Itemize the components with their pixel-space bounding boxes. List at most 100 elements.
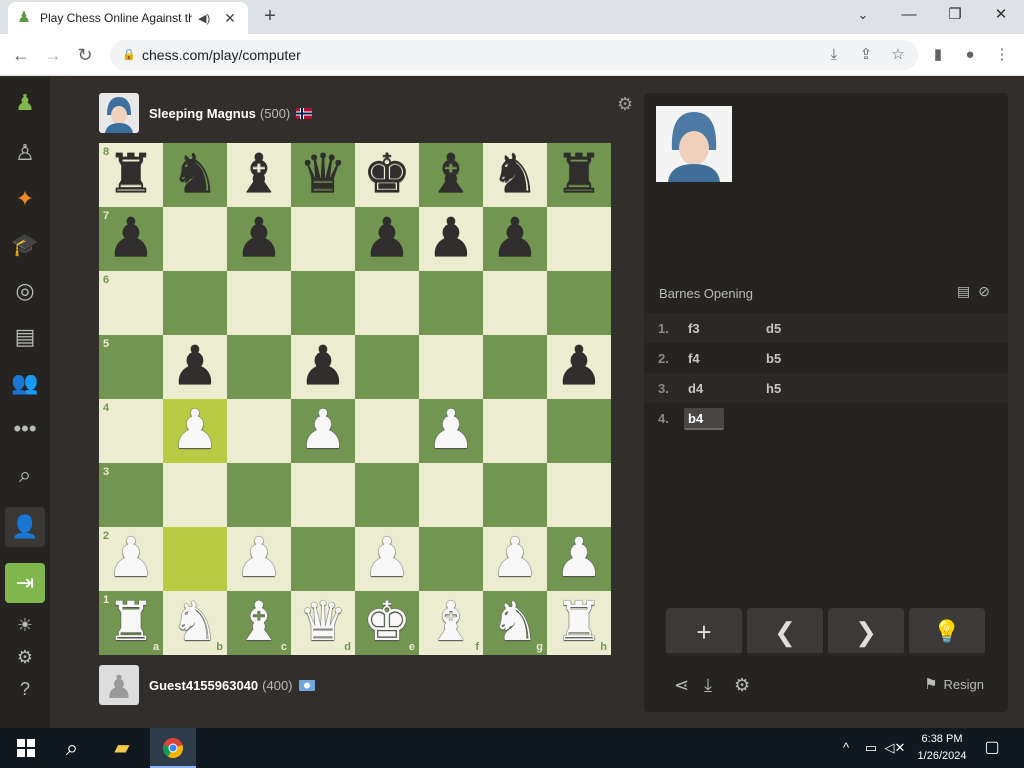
square-e2[interactable]: ♟ bbox=[355, 527, 419, 591]
white-pawn[interactable]: ♟ bbox=[163, 399, 227, 463]
square-f3[interactable] bbox=[419, 463, 483, 527]
tray-chevron-icon[interactable]: ^ bbox=[836, 728, 856, 768]
square-e6[interactable] bbox=[355, 271, 419, 335]
square-f2[interactable] bbox=[419, 527, 483, 591]
learn-icon[interactable]: 🎓 bbox=[5, 225, 45, 265]
square-c7[interactable]: ♟ bbox=[227, 207, 291, 271]
white-rook[interactable]: ♜ bbox=[99, 591, 163, 655]
square-b7[interactable] bbox=[163, 207, 227, 271]
square-e4[interactable] bbox=[355, 399, 419, 463]
square-d2[interactable] bbox=[291, 527, 355, 591]
close-tab-icon[interactable]: ✕ bbox=[224, 10, 236, 27]
white-move[interactable]: f4 bbox=[684, 348, 724, 370]
file-explorer-icon[interactable]: ▰ bbox=[102, 728, 142, 768]
play-icon[interactable]: ♙ bbox=[5, 133, 45, 173]
square-g8[interactable]: ♞ bbox=[483, 143, 547, 207]
sign-up-icon[interactable]: 👤 bbox=[5, 507, 45, 547]
square-d5[interactable]: ♟ bbox=[291, 335, 355, 399]
square-h8[interactable]: ♜ bbox=[547, 143, 611, 207]
white-bishop[interactable]: ♝ bbox=[227, 591, 291, 655]
audio-playing-icon[interactable]: ◀) bbox=[198, 12, 210, 25]
restore-button[interactable]: ❐ bbox=[932, 0, 978, 30]
white-bishop[interactable]: ♝ bbox=[419, 591, 483, 655]
social-icon[interactable]: 👥 bbox=[5, 363, 45, 403]
download-icon[interactable]: ⤓ bbox=[704, 675, 712, 696]
square-e7[interactable]: ♟ bbox=[355, 207, 419, 271]
square-a2[interactable]: 2 ♟ bbox=[99, 527, 163, 591]
install-app-icon[interactable]: ⤓ bbox=[822, 42, 846, 68]
square-f8[interactable]: ♝ bbox=[419, 143, 483, 207]
search-icon[interactable]: ⌕ bbox=[5, 455, 45, 495]
square-a1[interactable]: 1 a ♜ bbox=[99, 591, 163, 655]
new-game-plus-button[interactable]: + bbox=[666, 608, 742, 656]
resign-button[interactable]: ⚑ Resign bbox=[924, 675, 984, 693]
share-icon[interactable]: ⋖ bbox=[674, 675, 689, 696]
square-c4[interactable] bbox=[227, 399, 291, 463]
square-f5[interactable] bbox=[419, 335, 483, 399]
white-pawn[interactable]: ♟ bbox=[291, 399, 355, 463]
news-icon[interactable]: ▤ bbox=[5, 317, 45, 357]
square-h6[interactable] bbox=[547, 271, 611, 335]
more-icon[interactable]: ••• bbox=[5, 409, 45, 449]
back-arrow-icon[interactable]: ← bbox=[8, 42, 34, 68]
black-move[interactable]: h5 bbox=[766, 378, 781, 400]
square-b3[interactable] bbox=[163, 463, 227, 527]
square-a4[interactable]: 4 bbox=[99, 399, 163, 463]
square-a5[interactable]: 5 bbox=[99, 335, 163, 399]
square-g2[interactable]: ♟ bbox=[483, 527, 547, 591]
square-b8[interactable]: ♞ bbox=[163, 143, 227, 207]
share-icon[interactable]: ⇪ bbox=[854, 42, 878, 68]
square-b4[interactable]: ♟ bbox=[163, 399, 227, 463]
chrome-taskbar-icon[interactable] bbox=[150, 728, 196, 768]
white-move[interactable]: b4 bbox=[684, 408, 724, 430]
white-pawn[interactable]: ♟ bbox=[355, 527, 419, 591]
opponent-name[interactable]: Sleeping Magnus bbox=[149, 106, 256, 121]
board-settings-gear-icon[interactable]: ⚙ bbox=[617, 94, 633, 115]
notifications-icon[interactable]: ▢ bbox=[980, 728, 1004, 768]
explorer-compass-icon[interactable]: ⊘ bbox=[978, 283, 998, 299]
windows-start-icon[interactable] bbox=[8, 728, 44, 768]
settings-gear-icon[interactable]: ⚙ bbox=[734, 675, 750, 696]
white-pawn[interactable]: ♟ bbox=[99, 527, 163, 591]
square-c5[interactable] bbox=[227, 335, 291, 399]
square-e5[interactable] bbox=[355, 335, 419, 399]
square-e8[interactable]: ♚ bbox=[355, 143, 419, 207]
square-e3[interactable] bbox=[355, 463, 419, 527]
profile-avatar-icon[interactable]: ● bbox=[958, 42, 982, 68]
next-move-button[interactable]: ❯ bbox=[828, 608, 904, 656]
square-h4[interactable] bbox=[547, 399, 611, 463]
square-f7[interactable]: ♟ bbox=[419, 207, 483, 271]
square-c2[interactable]: ♟ bbox=[227, 527, 291, 591]
white-pawn[interactable]: ♟ bbox=[419, 399, 483, 463]
network-icon[interactable]: ▭ bbox=[860, 728, 882, 768]
square-h3[interactable] bbox=[547, 463, 611, 527]
square-f1[interactable]: f ♝ bbox=[419, 591, 483, 655]
square-g3[interactable] bbox=[483, 463, 547, 527]
chess-board[interactable]: 8 ♜ ♞ ♝ ♛ ♚ ♝ ♞ ♜ 7 ♟ ♟ ♟ ♟ ♟ 6 5 ♟ ♟ ♟ 4 ♟ ♟ ♟ 3 2 ♟ ♟ ♟ ♟ ♟ 1 a ♜ b ♞ c ♝ d ♛… bbox=[99, 143, 611, 655]
tab-search-chevron-icon[interactable]: ⌄ bbox=[840, 0, 886, 30]
square-f4[interactable]: ♟ bbox=[419, 399, 483, 463]
hint-lightbulb-button[interactable]: 💡 bbox=[909, 608, 985, 656]
square-f6[interactable] bbox=[419, 271, 483, 335]
square-g1[interactable]: g ♞ bbox=[483, 591, 547, 655]
player-name[interactable]: Guest4155963040 bbox=[149, 678, 258, 693]
book-icon[interactable]: ▤ bbox=[957, 283, 978, 299]
square-g6[interactable] bbox=[483, 271, 547, 335]
minimize-button[interactable]: — bbox=[886, 0, 932, 30]
white-pawn[interactable]: ♟ bbox=[547, 527, 611, 591]
square-c1[interactable]: c ♝ bbox=[227, 591, 291, 655]
square-b6[interactable] bbox=[163, 271, 227, 335]
close-window-button[interactable]: ✕ bbox=[978, 0, 1024, 30]
square-h2[interactable]: ♟ bbox=[547, 527, 611, 591]
square-d4[interactable]: ♟ bbox=[291, 399, 355, 463]
help-icon[interactable]: ? bbox=[5, 669, 45, 709]
white-knight[interactable]: ♞ bbox=[163, 591, 227, 655]
square-b5[interactable]: ♟ bbox=[163, 335, 227, 399]
square-c3[interactable] bbox=[227, 463, 291, 527]
square-h1[interactable]: h ♜ bbox=[547, 591, 611, 655]
square-a3[interactable]: 3 bbox=[99, 463, 163, 527]
square-h7[interactable] bbox=[547, 207, 611, 271]
side-panel-icon[interactable]: ▮ bbox=[926, 42, 950, 68]
square-g5[interactable] bbox=[483, 335, 547, 399]
square-g4[interactable] bbox=[483, 399, 547, 463]
